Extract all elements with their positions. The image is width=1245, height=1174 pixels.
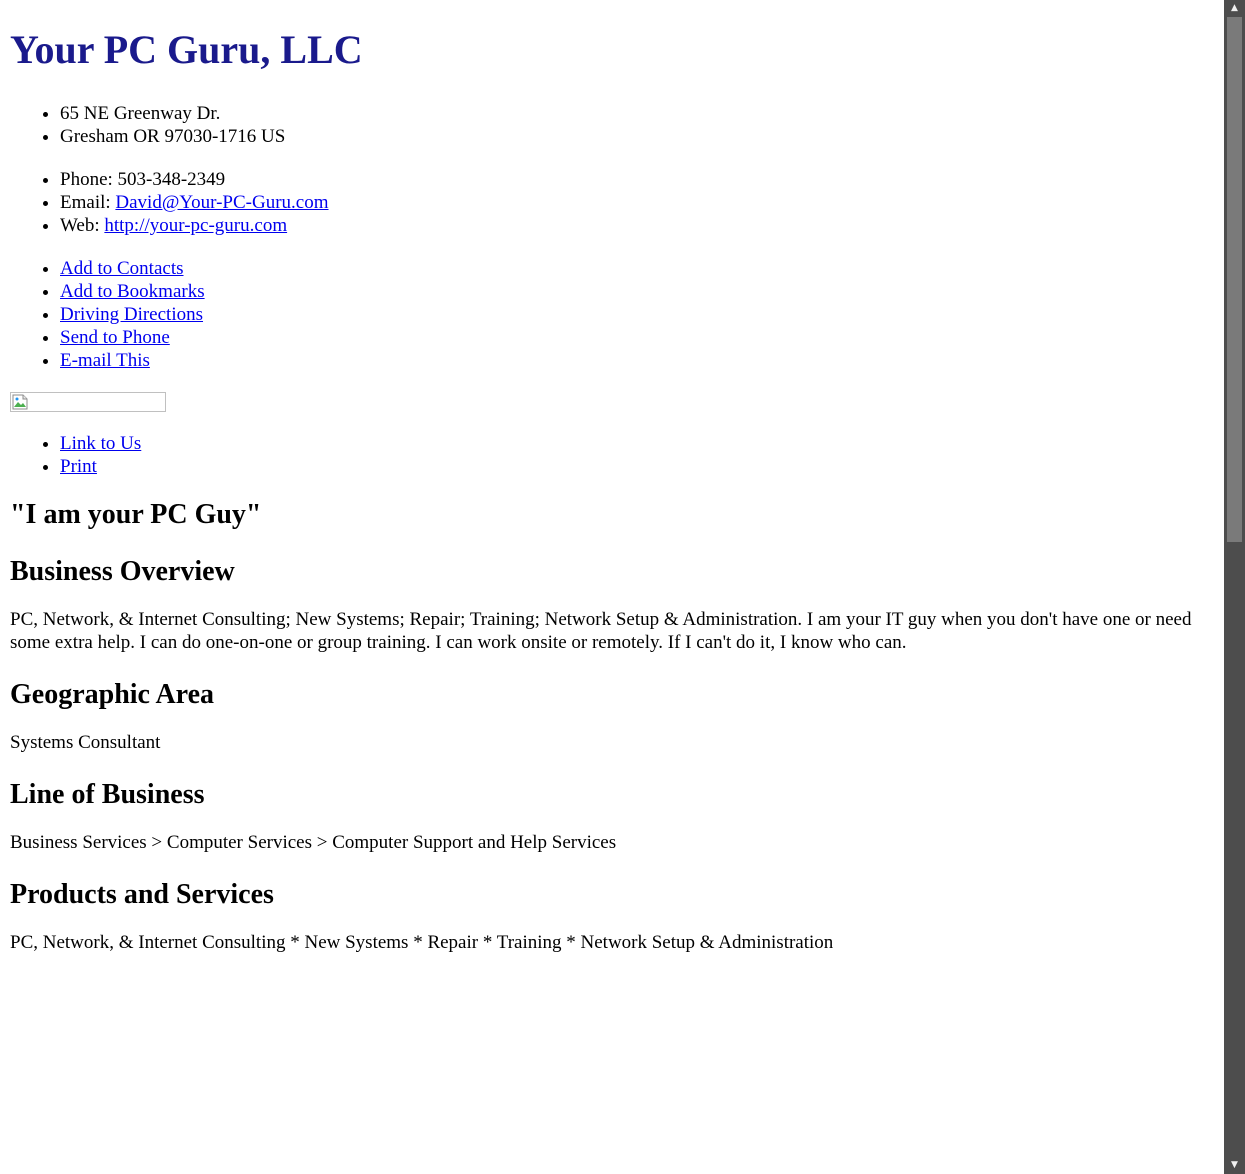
business-name: Your PC Guru, LLC	[10, 27, 363, 72]
add-to-contacts-link[interactable]: Add to Contacts	[60, 258, 184, 279]
action-item: Driving Directions	[60, 303, 1214, 326]
address-line-city: Gresham OR 97030-1716 US	[60, 125, 1214, 148]
driving-directions-link[interactable]: Driving Directions	[60, 304, 203, 325]
phone-item: Phone: 503-348-2349	[60, 168, 1214, 191]
web-label: Web:	[60, 215, 105, 236]
extra-item: Link to Us	[60, 432, 1214, 455]
products-services-heading: Products and Services	[10, 879, 274, 910]
page: Your PC Guru, LLC 65 NE Greenway Dr. Gre…	[0, 0, 1224, 1174]
line-of-business-text: Business Services > Computer Services > …	[10, 832, 617, 853]
website-link[interactable]: http://your-pc-guru.com	[104, 215, 287, 236]
geographic-area-text: Systems Consultant	[10, 732, 161, 753]
broken-image	[10, 392, 166, 412]
send-to-phone-link[interactable]: Send to Phone	[60, 327, 170, 348]
address-list: 65 NE Greenway Dr. Gresham OR 97030-1716…	[10, 102, 1214, 148]
vertical-scrollbar[interactable]: ▲ ▼	[1224, 0, 1245, 1174]
products-services-text: PC, Network, & Internet Consulting * New…	[10, 932, 834, 953]
email-this-link[interactable]: E-mail This	[60, 350, 150, 371]
action-item: E-mail This	[60, 349, 1214, 372]
broken-image-icon	[12, 394, 28, 410]
geographic-area-heading: Geographic Area	[10, 679, 215, 710]
scroll-down-arrow-icon[interactable]: ▼	[1224, 1157, 1245, 1174]
action-item: Add to Bookmarks	[60, 280, 1214, 303]
email-label: Email:	[60, 192, 116, 213]
overview-heading: Business Overview	[10, 556, 235, 587]
extra-links-list: Link to Us Print	[10, 432, 1214, 478]
action-item: Add to Contacts	[60, 257, 1214, 280]
contact-list: Phone: 503-348-2349 Email: David@Your-PC…	[10, 168, 1214, 237]
business-listing: Your PC Guru, LLC 65 NE Greenway Dr. Gre…	[0, 27, 1224, 954]
actions-list: Add to Contacts Add to Bookmarks Driving…	[10, 257, 1214, 372]
overview-text: PC, Network, & Internet Consulting; New …	[10, 609, 1192, 653]
phone-number: 503-348-2349	[117, 169, 226, 190]
scrollbar-thumb[interactable]	[1227, 17, 1242, 542]
print-link[interactable]: Print	[60, 456, 97, 477]
web-item: Web: http://your-pc-guru.com	[60, 214, 1214, 237]
action-item: Send to Phone	[60, 326, 1214, 349]
email-link[interactable]: David@Your-PC-Guru.com	[115, 192, 328, 213]
extra-item: Print	[60, 455, 1214, 478]
add-to-bookmarks-link[interactable]: Add to Bookmarks	[60, 281, 205, 302]
line-of-business-heading: Line of Business	[10, 779, 205, 810]
address-line-street: 65 NE Greenway Dr.	[60, 102, 1214, 125]
link-to-us-link[interactable]: Link to Us	[60, 433, 141, 454]
email-item: Email: David@Your-PC-Guru.com	[60, 191, 1214, 214]
tagline: "I am your PC Guy"	[10, 499, 262, 530]
phone-label: Phone:	[60, 169, 118, 190]
scroll-up-arrow-icon[interactable]: ▲	[1224, 0, 1245, 17]
